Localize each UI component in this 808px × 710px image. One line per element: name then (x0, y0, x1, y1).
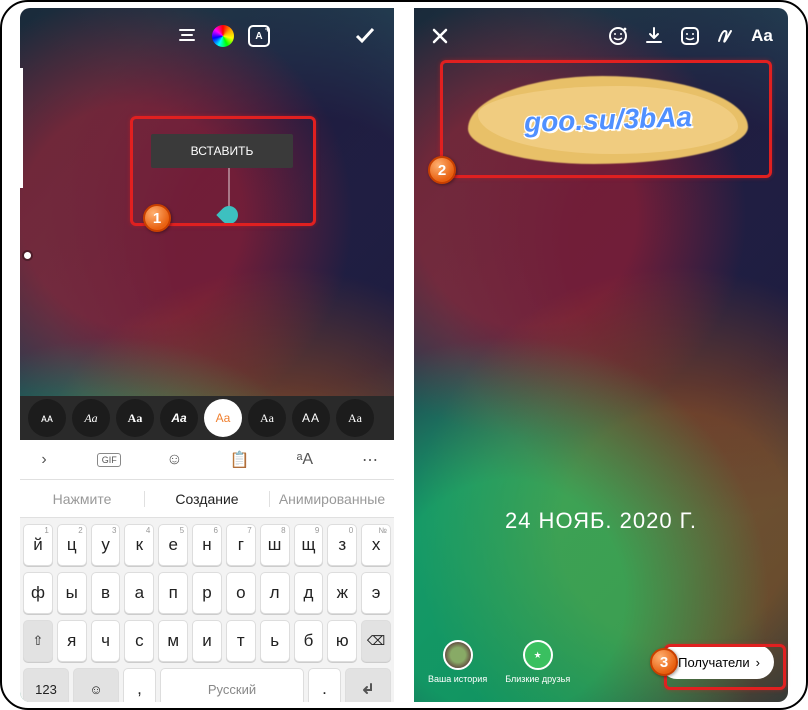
key-х[interactable]: х№ (361, 524, 391, 566)
url-text-sticker[interactable]: goo.su/3bAa (474, 84, 742, 156)
key-р[interactable]: р (192, 572, 222, 614)
keyboard-toolbar: › GIF ☺ 📋 ᵃA ⋯ (20, 440, 394, 480)
annotation-number-1: 1 (143, 204, 171, 232)
key-ш[interactable]: ш8 (260, 524, 290, 566)
share-row: Ваша история ★ Близкие друзья Получатели… (414, 634, 788, 690)
key-я[interactable]: я (57, 620, 87, 662)
left-phone-panel: A ВСТАВИТЬ ᴀᴀ Aa Aa Aa Aa Aa AA Aa › GIF… (20, 8, 394, 702)
clipboard-icon[interactable]: 📋 (228, 450, 252, 470)
sticker-icon[interactable] (678, 24, 702, 48)
key-щ[interactable]: щ9 (294, 524, 324, 566)
right-phone-panel: Aa goo.su/3bAa 24 НОЯБ. 2020 Г. Ваша ист… (414, 8, 788, 702)
key-т[interactable]: т (226, 620, 256, 662)
recipients-label: Получатели (678, 655, 750, 670)
key-а[interactable]: а (124, 572, 154, 614)
key-г[interactable]: г7 (226, 524, 256, 566)
url-text: goo.su/3bAa (473, 79, 743, 160)
paste-popup[interactable]: ВСТАВИТЬ (151, 134, 293, 168)
annotation-number-2: 2 (428, 156, 456, 184)
key-ч[interactable]: ч (91, 620, 121, 662)
key-д[interactable]: д (294, 572, 324, 614)
key-у[interactable]: у3 (91, 524, 121, 566)
font-option-3[interactable]: Aa (160, 399, 198, 437)
text-tool-button[interactable]: Aa (750, 24, 774, 48)
font-option-selected[interactable]: Aa (204, 399, 242, 437)
key-ж[interactable]: ж (327, 572, 357, 614)
translate-icon[interactable]: ᵃA (293, 451, 317, 469)
suggestion-row: Нажмите Создание Анимированные (20, 480, 394, 518)
key-☺[interactable]: ☺ (73, 668, 119, 702)
text-size-slider[interactable] (20, 68, 23, 188)
align-icon[interactable] (174, 23, 200, 49)
confirm-check-icon[interactable] (352, 23, 378, 49)
draw-icon[interactable] (714, 24, 738, 48)
key-Русский[interactable]: Русский (160, 668, 304, 702)
text-effects-icon[interactable]: A (246, 23, 272, 49)
face-filter-icon[interactable] (606, 24, 630, 48)
text-size-handle[interactable] (24, 252, 31, 259)
story-editor-header: Aa (414, 18, 788, 54)
color-wheel-icon[interactable] (210, 23, 236, 49)
your-story-button[interactable]: Ваша история (428, 640, 487, 684)
key-,[interactable]: , (123, 668, 156, 702)
key-э[interactable]: э (361, 572, 391, 614)
key-о[interactable]: о (226, 572, 256, 614)
key-⇧[interactable]: ⇧ (23, 620, 53, 662)
key-е[interactable]: е5 (158, 524, 188, 566)
close-friends-icon: ★ (523, 640, 553, 670)
key-.[interactable]: . (308, 668, 341, 702)
sticker-kb-icon[interactable]: ☺ (162, 451, 186, 469)
key-123[interactable]: 123 (23, 668, 69, 702)
key-к[interactable]: к4 (124, 524, 154, 566)
key-ю[interactable]: ю (327, 620, 357, 662)
chevron-right-icon: › (756, 655, 760, 670)
close-friends-label: Близкие друзья (505, 674, 570, 684)
key-н[interactable]: н6 (192, 524, 222, 566)
text-editor-header: A (20, 18, 394, 54)
suggestion-left[interactable]: Нажмите (20, 491, 144, 507)
key-и[interactable]: и (192, 620, 222, 662)
close-friends-button[interactable]: ★ Близкие друзья (505, 640, 570, 684)
font-option-5[interactable]: Aa (248, 399, 286, 437)
key-б[interactable]: б (294, 620, 324, 662)
font-selector-row[interactable]: ᴀᴀ Aa Aa Aa Aa Aa AA Aa (20, 396, 394, 440)
paste-label: ВСТАВИТЬ (191, 144, 254, 158)
date-stamp[interactable]: 24 НОЯБ. 2020 Г. (414, 508, 788, 534)
font-option-1[interactable]: Aa (72, 399, 110, 437)
suggestion-right[interactable]: Анимированные (270, 491, 394, 507)
chevron-right-icon[interactable]: › (32, 451, 56, 469)
close-icon[interactable] (428, 24, 452, 48)
key-ent[interactable] (345, 668, 391, 702)
font-option-2[interactable]: Aa (116, 399, 154, 437)
your-story-label: Ваша история (428, 674, 487, 684)
download-icon[interactable] (642, 24, 666, 48)
suggestion-main[interactable]: Создание (144, 491, 270, 507)
key-й[interactable]: й1 (23, 524, 53, 566)
settings-dots-icon[interactable]: ⋯ (358, 450, 382, 470)
story-avatar-icon (443, 640, 473, 670)
key-с[interactable]: с (124, 620, 154, 662)
key-ф[interactable]: ф (23, 572, 53, 614)
key-з[interactable]: з0 (327, 524, 357, 566)
font-option-6[interactable]: AA (292, 399, 330, 437)
key-п[interactable]: п (158, 572, 188, 614)
annotation-number-3: 3 (650, 648, 678, 676)
key-м[interactable]: м (158, 620, 188, 662)
keyboard: › GIF ☺ 📋 ᵃA ⋯ Нажмите Создание Анимиров… (20, 440, 394, 702)
key-л[interactable]: л (260, 572, 290, 614)
key-⌫[interactable]: ⌫ (361, 620, 391, 662)
key-grid: й1ц2у3к4е5н6г7ш8щ9з0х№ фывапролджэ ⇧ячсм… (20, 518, 394, 702)
key-ц[interactable]: ц2 (57, 524, 87, 566)
font-option-0[interactable]: ᴀᴀ (28, 399, 66, 437)
key-ь[interactable]: ь (260, 620, 290, 662)
key-ы[interactable]: ы (57, 572, 87, 614)
key-в[interactable]: в (91, 572, 121, 614)
font-option-7[interactable]: Aa (336, 399, 374, 437)
gif-button[interactable]: GIF (97, 453, 121, 467)
